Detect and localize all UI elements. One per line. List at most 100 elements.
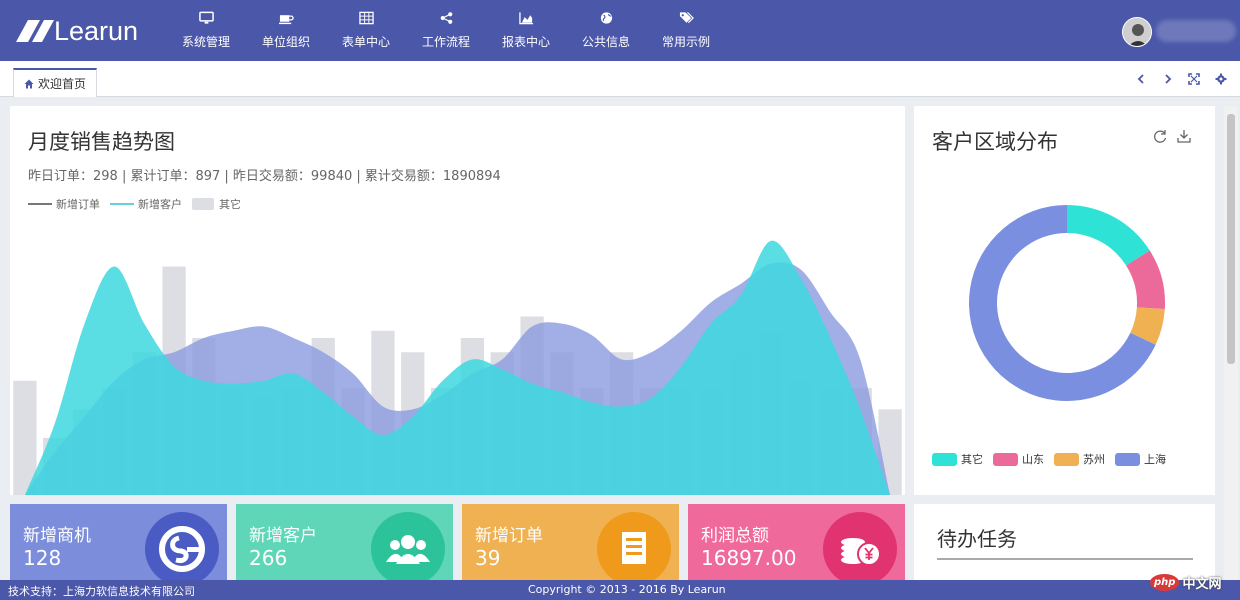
page-scrollbar[interactable] [1224, 106, 1238, 580]
stat-card-profit[interactable]: 利润总额 16897.00 [688, 504, 905, 580]
tab-scroll-left[interactable] [1134, 72, 1148, 86]
tags-icon [678, 11, 694, 25]
stat-value: 39 [475, 546, 501, 570]
panel-title: 月度销售趋势图 [28, 130, 175, 154]
customer-region-panel: 客户区域分布 其它 山东 苏州 上海 [914, 106, 1215, 495]
nav-examples[interactable]: 常用示例 [646, 0, 726, 61]
pie-legend-item[interactable]: 上海 [1115, 451, 1166, 467]
legend-item-customers[interactable]: 新增客户 [110, 196, 182, 212]
panel-title: 待办任务 [937, 527, 1017, 551]
legend-item-orders[interactable]: 新增订单 [28, 196, 100, 212]
tab-settings-button[interactable] [1214, 72, 1228, 86]
legend-label: 新增订单 [56, 198, 100, 211]
php-watermark: php 中文网 [1150, 568, 1221, 596]
top-navbar: Learun 系统管理 单位组织 表单中心 工作流程 报表中心 公共信息 常用示… [0, 0, 1240, 61]
divider [937, 558, 1193, 560]
area-chart-icon [518, 11, 534, 25]
refresh-icon[interactable] [1152, 128, 1168, 144]
nav-system[interactable]: 系统管理 [166, 0, 246, 61]
legend-item-other[interactable]: 其它 [192, 196, 241, 212]
stat-value: 16897.00 [701, 546, 797, 570]
coffee-icon [278, 11, 294, 25]
sales-summary: 昨日订单：298 | 累计订单：897 | 昨日交易额：99840 | 累计交易… [28, 169, 501, 184]
chart-legend: 新增订单 新增客户 其它 [28, 196, 251, 212]
pie-legend-item[interactable]: 苏州 [1054, 451, 1105, 467]
chart-toolbox [1144, 128, 1192, 144]
legend-label: 上海 [1144, 453, 1166, 466]
nav-organization[interactable]: 单位组织 [246, 0, 326, 61]
legend-swatch [1115, 452, 1140, 466]
tab-label: 欢迎首页 [38, 77, 87, 91]
learun-logo-icon [16, 20, 54, 42]
legend-label: 山东 [1022, 453, 1044, 466]
legend-swatch [28, 203, 52, 205]
stat-label: 利润总额 [701, 526, 769, 546]
user-avatar[interactable] [1122, 17, 1152, 47]
footer-bar: 技术支持：上海力软信息技术有限公司 Copyright © 2013 - 201… [0, 580, 1240, 600]
stat-label: 新增客户 [249, 526, 317, 546]
scrollbar-thumb[interactable] [1227, 114, 1235, 364]
home-icon [24, 79, 34, 88]
table-icon [358, 11, 374, 25]
opportunity-icon [145, 512, 219, 580]
pie-legend-item[interactable]: 其它 [932, 451, 983, 467]
legend-swatch [993, 452, 1018, 466]
legend-label: 其它 [961, 453, 983, 466]
footer-support: 技术支持：上海力软信息技术有限公司 [8, 585, 195, 598]
brand-name: Learun [54, 15, 139, 46]
tab-home[interactable]: 欢迎首页 [13, 68, 98, 97]
pie-legend-item[interactable]: 山东 [993, 451, 1044, 467]
stat-label: 新增商机 [23, 526, 91, 546]
download-icon[interactable] [1176, 128, 1192, 144]
nav-workflow[interactable]: 工作流程 [406, 0, 486, 61]
tab-strip: 欢迎首页 [0, 61, 1240, 97]
donut-slice[interactable] [1067, 205, 1150, 266]
coins-icon [823, 512, 897, 580]
globe-icon [598, 11, 614, 25]
legend-label: 其它 [219, 198, 241, 211]
users-icon [371, 512, 445, 580]
stat-value: 266 [249, 546, 288, 570]
user-name-blurred[interactable] [1156, 20, 1236, 42]
footer-copyright: Copyright © 2013 - 2016 By Learun [528, 583, 726, 596]
nav-label: 表单中心 [341, 35, 390, 49]
nav-label: 常用示例 [661, 35, 710, 49]
gear-icon [1215, 73, 1227, 85]
nav-label: 公共信息 [581, 35, 630, 49]
area-new-customers[interactable] [24, 240, 891, 495]
brand-logo[interactable]: Learun [12, 14, 138, 48]
panel-title: 客户区域分布 [932, 130, 1058, 154]
stat-card-orders[interactable]: 新增订单 39 [462, 504, 679, 580]
stat-card-opportunities[interactable]: 新增商机 128 [10, 504, 227, 580]
sales-trend-chart [13, 240, 902, 495]
monitor-icon [198, 11, 214, 25]
share-icon [438, 11, 454, 25]
legend-swatch [110, 203, 134, 205]
nav-label: 单位组织 [261, 35, 310, 49]
legend-swatch [932, 452, 957, 466]
legend-label: 苏州 [1083, 453, 1105, 466]
legend-swatch [1054, 452, 1079, 466]
sales-trend-panel: 月度销售趋势图 昨日订单：298 | 累计订单：897 | 昨日交易额：9984… [10, 106, 905, 495]
pie-legend: 其它 山东 苏州 上海 [932, 451, 1176, 467]
nav-label: 系统管理 [181, 35, 230, 49]
nav-forms[interactable]: 表单中心 [326, 0, 406, 61]
nav-public-info[interactable]: 公共信息 [566, 0, 646, 61]
expand-icon [1188, 73, 1200, 85]
nav-reports[interactable]: 报表中心 [486, 0, 566, 61]
fullscreen-button[interactable] [1187, 72, 1201, 86]
watermark-php: php [1150, 573, 1180, 591]
watermark-text: 中文网 [1182, 576, 1222, 592]
region-donut-chart [969, 205, 1165, 401]
nav-label: 工作流程 [421, 35, 470, 49]
legend-swatch [192, 198, 214, 210]
stat-card-customers[interactable]: 新增客户 266 [236, 504, 453, 580]
nav-label: 报表中心 [501, 35, 550, 49]
stat-label: 新增订单 [475, 526, 543, 546]
main-nav: 系统管理 单位组织 表单中心 工作流程 报表中心 公共信息 常用示例 [166, 0, 726, 61]
legend-label: 新增客户 [138, 198, 182, 211]
tab-scroll-right[interactable] [1161, 72, 1175, 86]
chevron-right-icon [1165, 74, 1172, 84]
chevron-left-icon [1137, 74, 1144, 84]
document-icon [597, 512, 671, 580]
